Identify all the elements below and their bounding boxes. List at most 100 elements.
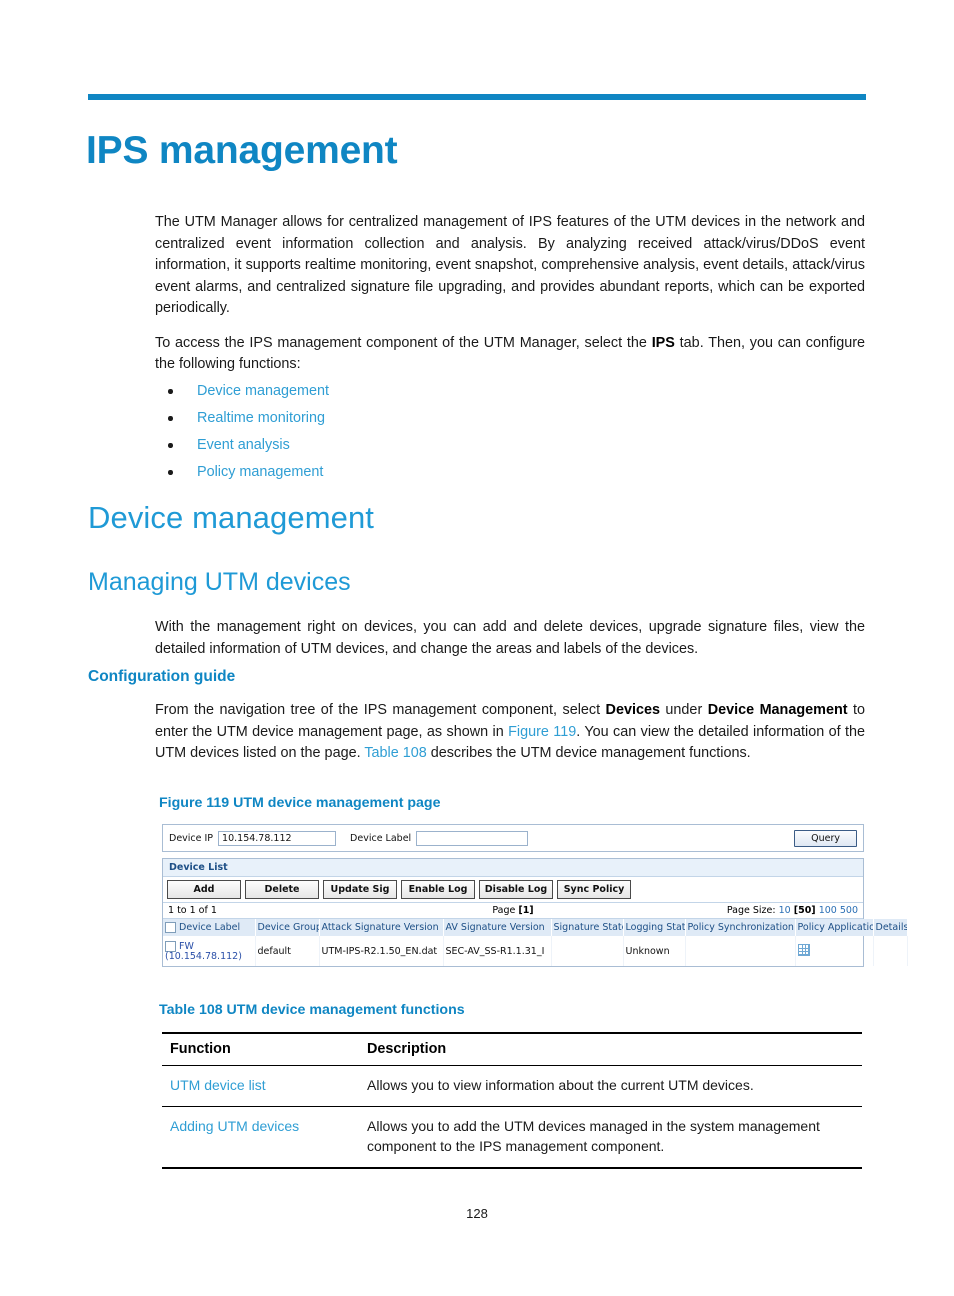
cell-device-label: FW (10.154.78.112) <box>163 936 256 966</box>
table-caption: Table 108 UTM device management function… <box>159 1002 465 1018</box>
column-device-label-text: Device Label <box>179 922 241 933</box>
page-size-current-50: [50] <box>793 905 816 916</box>
bullet-dot-icon <box>168 416 173 421</box>
intro-paragraph-1: The UTM Manager allows for centralized m… <box>155 214 865 316</box>
column-device-label[interactable]: Device Label <box>163 919 256 936</box>
configuration-guide-block: From the navigation tree of the IPS mana… <box>155 700 865 765</box>
config-part1: From the navigation tree of the IPS mana… <box>155 702 606 718</box>
config-part5: describes the UTM device management func… <box>426 745 751 761</box>
list-item-event-analysis[interactable]: Event analysis <box>155 432 865 459</box>
device-list-panel-title: Device List <box>163 859 863 877</box>
column-device-group[interactable]: Device Group <box>255 919 320 936</box>
bullet-dot-icon <box>168 443 173 448</box>
bullet-dot-icon <box>168 470 173 475</box>
cell-logging-state: Unknown <box>623 936 686 966</box>
cell-av-signature-version: SEC-AV_SS-R1.1.31_I <box>443 936 552 966</box>
link-table-108[interactable]: Table 108 <box>364 745 426 761</box>
device-table-header-row: Device Label Device Group Attack Signatu… <box>163 919 908 936</box>
record-range: 1 to 1 of 1 <box>168 905 217 916</box>
row-checkbox[interactable] <box>165 940 176 952</box>
query-bar: Device IP Device Label Query <box>162 824 864 852</box>
managing-intro-paragraph: With the management right on devices, yo… <box>155 619 865 657</box>
chapter-rule <box>88 94 866 100</box>
figure-caption: Figure 119 UTM device management page <box>159 795 441 811</box>
intro-paragraph-2: To access the IPS management component o… <box>155 333 865 376</box>
cell-attack-signature-version: UTM-IPS-R2.1.50_EN.dat <box>319 936 444 966</box>
page-number: 128 <box>466 1206 488 1221</box>
device-ip-label: Device IP <box>169 832 214 844</box>
update-sig-button[interactable]: Update Sig <box>323 880 397 899</box>
link-event-analysis[interactable]: Event analysis <box>197 437 290 453</box>
description-utm-device-list: Allows you to view information about the… <box>359 1065 862 1107</box>
column-signature-state[interactable]: Signature State <box>551 919 624 936</box>
page-title: IPS management <box>86 129 398 173</box>
heading-configuration-guide: Configuration guide <box>88 668 236 685</box>
page-size-control: Page Size: 10 [50] 100 500 <box>727 905 858 916</box>
column-details[interactable]: Details <box>873 919 908 936</box>
cell-device-group: default <box>255 936 320 966</box>
document-page: IPS management The UTM Manager allows fo… <box>0 0 954 1296</box>
page-label: Page <box>492 905 516 916</box>
pagination-bar: 1 to 1 of 1 Page [1] Page Size: 10 [50] … <box>163 903 863 919</box>
add-button[interactable]: Add <box>167 880 241 899</box>
delete-button[interactable]: Delete <box>245 880 319 899</box>
list-item-realtime-monitoring[interactable]: Realtime monitoring <box>155 405 865 432</box>
device-label-input[interactable] <box>416 830 529 846</box>
column-attack-signature-version[interactable]: Attack Signature Version <box>319 919 444 936</box>
link-policy-management[interactable]: Policy management <box>197 464 323 480</box>
device-ip-input[interactable] <box>218 830 337 846</box>
table-row: Adding UTM devices Allows you to add the… <box>162 1106 862 1169</box>
list-item-device-management[interactable]: Device management <box>155 378 865 405</box>
link-utm-device-list[interactable]: UTM device list <box>162 1065 359 1107</box>
column-av-signature-version[interactable]: AV Signature Version <box>443 919 552 936</box>
figure-utm-device-management-screenshot: Device IP Device Label Query Device List… <box>162 824 908 967</box>
page-size-option-100[interactable]: 100 <box>819 905 837 916</box>
list-item-policy-management[interactable]: Policy management <box>155 459 865 486</box>
functions-table: Function Description UTM device list All… <box>162 1032 862 1169</box>
config-part2: under <box>659 702 708 718</box>
intro-p2-part1: To access the IPS management component o… <box>155 334 652 351</box>
device-list-panel: Device List Add Delete Update Sig Enable… <box>162 858 908 967</box>
sync-policy-button[interactable]: Sync Policy <box>557 880 631 899</box>
bullet-dot-icon <box>168 389 173 394</box>
link-figure-119[interactable]: Figure 119 <box>508 724 576 740</box>
cell-signature-state <box>551 936 624 966</box>
device-label-label: Device Label <box>350 832 412 844</box>
cell-policy-application <box>795 936 874 966</box>
device-label-line1: FW <box>179 940 194 952</box>
link-adding-utm-devices[interactable]: Adding UTM devices <box>162 1106 359 1169</box>
enable-log-button[interactable]: Enable Log <box>401 880 475 899</box>
column-policy-application[interactable]: Policy Application <box>795 919 874 936</box>
page-size-label: Page Size: <box>726 905 776 916</box>
page-size-option-10[interactable]: 10 <box>779 905 791 916</box>
device-label-value[interactable]: FW (10.154.78.112) <box>165 941 253 962</box>
query-button[interactable]: Query <box>794 829 857 847</box>
configuration-guide-paragraph: From the navigation tree of the IPS mana… <box>155 700 865 765</box>
page-size-option-500[interactable]: 500 <box>840 905 858 916</box>
disable-log-button[interactable]: Disable Log <box>479 880 553 899</box>
device-list-toolbar: Add Delete Update Sig Enable Log Disable… <box>163 877 863 903</box>
functions-table-header-row: Function Description <box>162 1032 862 1066</box>
devices-bold: Devices <box>605 702 660 718</box>
description-adding-utm-devices: Allows you to add the UTM devices manage… <box>359 1106 862 1169</box>
device-label-line2: (10.154.78.112) <box>165 950 242 962</box>
link-realtime-monitoring[interactable]: Realtime monitoring <box>197 410 325 426</box>
column-policy-synchronization[interactable]: Policy Synchronization <box>685 919 796 936</box>
intro-block: The UTM Manager allows for centralized m… <box>155 212 865 376</box>
cell-policy-synchronization <box>685 936 796 966</box>
current-page: [1] <box>518 905 534 916</box>
header-description: Description <box>359 1032 862 1066</box>
link-device-management[interactable]: Device management <box>197 383 329 399</box>
function-links-list: Device management Realtime monitoring Ev… <box>155 378 865 486</box>
device-table: Device Label Device Group Attack Signatu… <box>163 919 908 966</box>
select-all-checkbox[interactable] <box>165 922 176 933</box>
column-logging-state[interactable]: Logging State <box>623 919 686 936</box>
heading-managing-utm-devices: Managing UTM devices <box>88 568 351 596</box>
ips-tab-bold: IPS <box>651 334 675 351</box>
heading-device-management: Device management <box>88 500 375 535</box>
table-row: FW (10.154.78.112) default UTM-IPS-R2.1.5… <box>163 936 908 966</box>
device-management-bold: Device Management <box>707 702 848 718</box>
cell-details <box>873 936 908 966</box>
managing-intro-block: With the management right on devices, yo… <box>155 617 865 660</box>
details-grid-icon[interactable] <box>797 943 810 956</box>
